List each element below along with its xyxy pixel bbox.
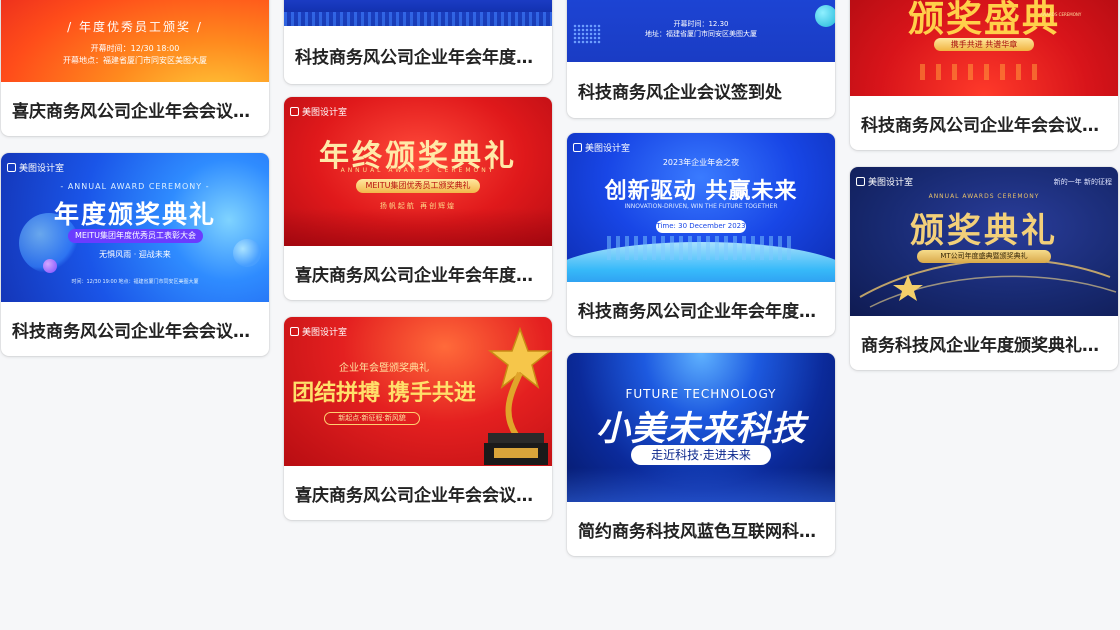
banner-tagline: 无惧风雨 · 迎战未来	[99, 250, 171, 259]
banner-eyebrow: ANNUAL AWARDS CEREMONY	[340, 167, 496, 174]
template-card[interactable]: 美图设计室 企业年会暨颁奖典礼 团结拼搏 携手共进 新起点·新征程·新风貌 喜庆…	[284, 317, 552, 520]
template-title[interactable]: 商务科技风企业年度颁奖典礼…	[850, 316, 1118, 370]
brand-icon	[290, 107, 299, 116]
banner-footer: 时间：12/30 19:00 地点：福建省厦门市同安区美图大厦	[71, 279, 199, 285]
template-thumbnail: 美图设计室 企业年会暨颁奖典礼 团结拼搏 携手共进 新起点·新征程·新风貌	[284, 317, 552, 466]
brand-logo: 美图设计室	[7, 161, 64, 174]
brand-logo: 美图设计室	[573, 141, 630, 154]
banner-headline: 颁奖典礼	[910, 211, 1058, 251]
banner-pill: 携手共进 共谱华章	[934, 38, 1034, 51]
banner-location: 地址：福建省厦门市同安区美图大厦	[645, 30, 757, 38]
template-thumbnail: 美图设计室 新的一年 新的征程 ANNUAL AWARDS CEREMONY 颁…	[850, 167, 1118, 316]
banner-time: 开幕时间：12.30	[673, 20, 729, 28]
banner-headline: 小美未来科技	[596, 409, 806, 449]
brand-icon	[7, 163, 16, 172]
template-card[interactable]: 科技商务风公司企业年会年度…	[284, 0, 552, 84]
banner-tagline: 扬帆起航 再创辉煌	[379, 202, 457, 210]
template-thumbnail: 颁奖盛典 AWARDS CEREMONY 携手共进 共谱华章	[850, 0, 1118, 96]
brand-logo: 美图设计室	[290, 325, 347, 338]
template-thumbnail: 开幕时间：12.30 地址：福建省厦门市同安区美图大厦	[567, 0, 835, 62]
template-title[interactable]: 科技商务风企业会议签到处	[567, 62, 835, 118]
template-thumbnail: FUTURE TECHNOLOGY 小美未来科技 走近科技·走进未来	[567, 353, 835, 502]
template-card[interactable]: 美图设计室 新的一年 新的征程 ANNUAL AWARDS CEREMONY 颁…	[850, 167, 1118, 370]
trophy-star-icon	[484, 326, 552, 465]
banner-headline: 颁奖盛典	[907, 0, 1060, 40]
brand-icon	[856, 177, 865, 186]
template-card[interactable]: 颁奖盛典 AWARDS CEREMONY 携手共进 共谱华章 科技商务风公司企业…	[850, 0, 1118, 150]
banner-subtitle: INNOVATION-DRIVEN, WIN THE FUTURE TOGETH…	[624, 203, 778, 210]
brand-logo: 美图设计室	[856, 175, 913, 188]
template-title[interactable]: 喜庆商务风公司企业年会会议…	[1, 82, 269, 136]
template-title[interactable]: 科技商务风公司企业年会年度…	[284, 26, 552, 84]
banner-location: 开幕地点：福建省厦门市同安区美图大厦	[63, 56, 207, 65]
banner-pill: 新起点·新征程·新风貌	[324, 412, 420, 425]
brand-icon	[573, 143, 582, 152]
template-title[interactable]: 科技商务风公司企业年会会议…	[1, 302, 269, 356]
template-title[interactable]: 简约商务科技风蓝色互联网科…	[567, 502, 835, 556]
banner-pill: Time: 30 December 2023	[656, 220, 746, 233]
banner-headline: 年度颁奖典礼	[53, 200, 216, 229]
banner-headline: 团结拼搏 携手共进	[292, 381, 476, 406]
banner-eyebrow: FUTURE TECHNOLOGY	[625, 387, 777, 401]
template-title[interactable]: 科技商务风公司企业年会会议…	[850, 96, 1118, 150]
banner-eyebrow: - ANNUAL AWARD CEREMONY -	[60, 182, 210, 191]
brand-icon	[290, 327, 299, 336]
brand-logo: 美图设计室	[290, 105, 347, 118]
banner-pill: MT公司年度盛典暨颁奖典礼	[917, 250, 1051, 263]
banner-subtitle: / 年度优秀员工颁奖 /	[67, 20, 203, 34]
banner-eyebrow: AWARDS CEREMONY	[1040, 12, 1082, 17]
template-title[interactable]: 喜庆商务风公司企业年会年度…	[284, 246, 552, 300]
template-thumbnail: 美图设计室 年终颁奖典礼 ANNUAL AWARDS CEREMONY MEIT…	[284, 97, 552, 246]
template-card[interactable]: 美图设计室 年终颁奖典礼 ANNUAL AWARDS CEREMONY MEIT…	[284, 97, 552, 300]
banner-pill: 走近科技·走进未来	[631, 445, 771, 465]
template-card[interactable]: 美图设计室 2023年企业年会之夜 创新驱动 共赢未来 INNOVATION-D…	[567, 133, 835, 336]
template-thumbnail: 美图设计室 - ANNUAL AWARD CEREMONY - 年度颁奖典礼 M…	[1, 153, 269, 302]
banner-eyebrow: 企业年会暨颁奖典礼	[339, 363, 429, 374]
template-card[interactable]: FUTURE TECHNOLOGY 小美未来科技 走近科技·走进未来 简约商务科…	[567, 353, 835, 556]
template-title[interactable]: 喜庆商务风公司企业年会会议…	[284, 466, 552, 520]
template-card[interactable]: 美图设计室 - ANNUAL AWARD CEREMONY - 年度颁奖典礼 M…	[1, 153, 269, 356]
template-thumbnail: / 年度优秀员工颁奖 / 开幕时间：12/30 18:00 开幕地点：福建省厦门…	[1, 0, 269, 82]
template-card[interactable]: 开幕时间：12.30 地址：福建省厦门市同安区美图大厦 科技商务风企业会议签到处	[567, 0, 835, 118]
template-card[interactable]: / 年度优秀员工颁奖 / 开幕时间：12/30 18:00 开幕地点：福建省厦门…	[1, 0, 269, 136]
banner-headline: 创新驱动 共赢未来	[604, 179, 798, 204]
banner-time: 开幕时间：12/30 18:00	[90, 44, 180, 53]
template-title[interactable]: 科技商务风公司企业年会年度…	[567, 282, 835, 336]
banner-eyebrow: ANNUAL AWARDS CEREMONY	[928, 193, 1040, 200]
banner-corner-text: 新的一年 新的征程	[1053, 178, 1112, 186]
banner-eyebrow: 2023年企业年会之夜	[662, 158, 740, 167]
banner-pill: MEITU集团优秀员工颁奖典礼	[356, 179, 480, 193]
template-thumbnail: 美图设计室 2023年企业年会之夜 创新驱动 共赢未来 INNOVATION-D…	[567, 133, 835, 282]
banner-pill: MEITU集团年度优秀员工表彰大会	[68, 229, 203, 243]
template-thumbnail	[284, 0, 552, 26]
